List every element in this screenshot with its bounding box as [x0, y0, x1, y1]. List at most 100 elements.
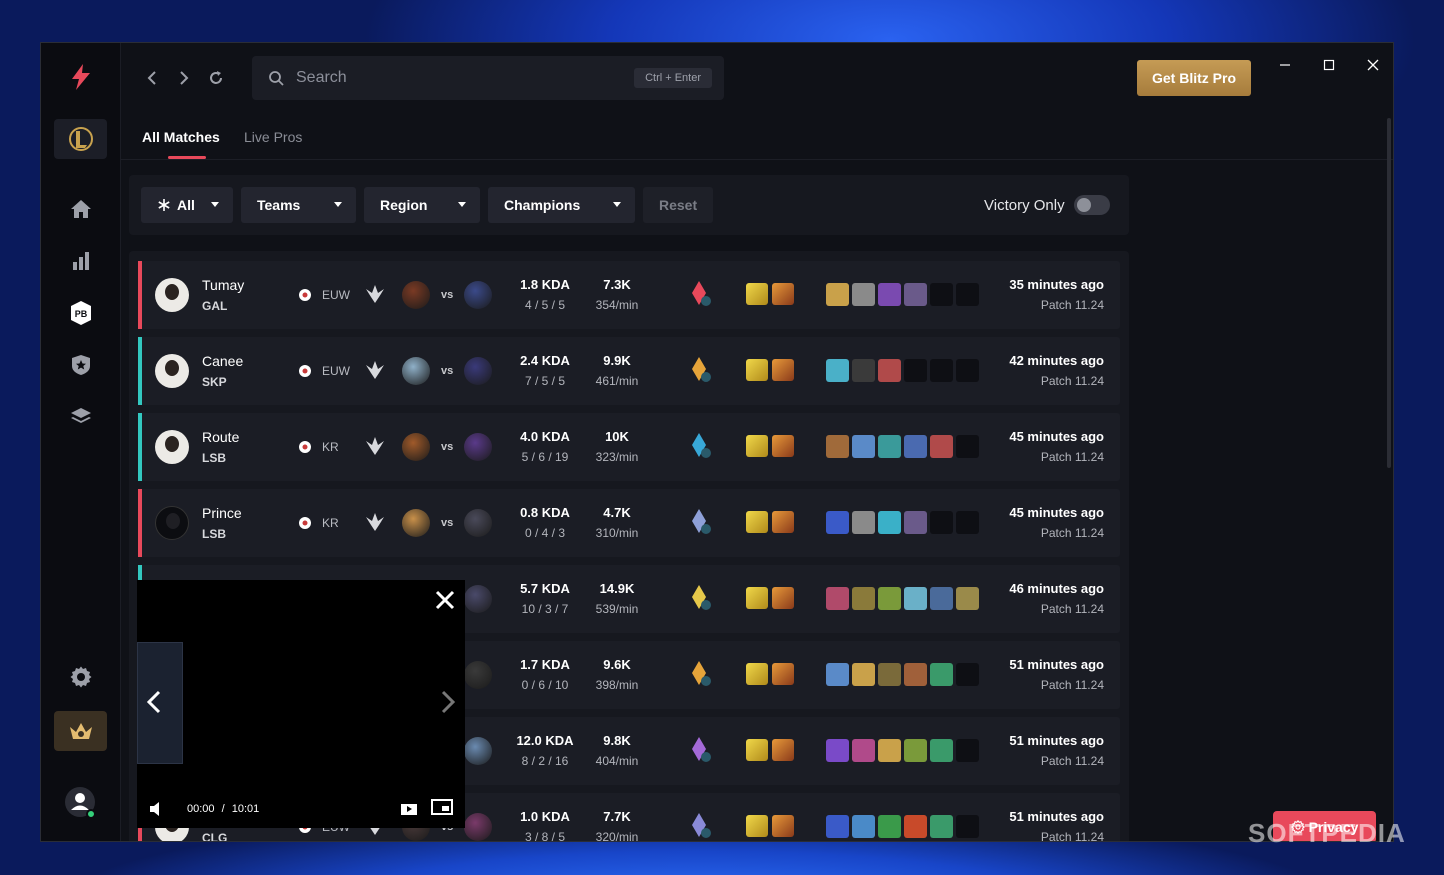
region-flag-icon — [299, 441, 311, 453]
player-team: LSB — [202, 527, 226, 541]
play-icon[interactable] — [400, 800, 418, 816]
crown-icon[interactable] — [54, 711, 107, 751]
summoner-spell-icon — [772, 663, 794, 685]
refresh-icon[interactable] — [205, 67, 227, 89]
forward-icon[interactable] — [173, 67, 195, 89]
league-of-legends-icon[interactable] — [54, 119, 107, 159]
probuilds-icon[interactable]: PB — [54, 293, 107, 333]
tab-live-pros[interactable]: Live Pros — [244, 129, 302, 145]
filter-region-dropdown[interactable]: Region — [364, 187, 480, 223]
player-name: Prince — [202, 505, 242, 521]
item-icon — [852, 815, 875, 838]
patch-label: Patch 11.24 — [1040, 450, 1104, 464]
picture-in-picture-icon[interactable] — [431, 799, 453, 815]
user-icon[interactable] — [54, 783, 107, 823]
match-tabs: All Matches Live Pros — [121, 128, 1393, 160]
victory-only-label: Victory Only — [984, 197, 1065, 214]
gear-icon[interactable] — [54, 657, 107, 697]
search-input[interactable]: Search Ctrl + Enter — [252, 56, 724, 100]
tab-all-matches[interactable]: All Matches — [142, 129, 220, 145]
item-icon — [904, 739, 927, 762]
damage-value: 14.9K — [599, 581, 635, 596]
item-icon — [904, 815, 927, 838]
kda-value: 2.4 KDA — [520, 353, 570, 368]
video-time-separator: / — [221, 803, 225, 815]
back-icon[interactable] — [141, 67, 163, 89]
opponent-champion-icon — [464, 281, 492, 309]
kda-split: 7 / 5 / 5 — [524, 374, 566, 388]
vs-label: vs — [441, 441, 454, 453]
filter-all-dropdown[interactable]: All — [141, 187, 233, 223]
region-flag-icon — [299, 365, 311, 377]
kda-split: 0 / 4 / 3 — [524, 526, 566, 540]
player-name: Route — [202, 429, 240, 445]
keystone-rune-icon — [692, 737, 711, 762]
item-icon — [852, 435, 875, 458]
filter-all-label: All — [177, 197, 195, 213]
avatar — [155, 354, 189, 388]
match-row[interactable]: Canee SKP EUW vs 2.4 KDA 7 / 5 / 5 9.9K … — [138, 337, 1120, 405]
summoner-spell-icon — [772, 739, 794, 761]
match-row[interactable]: Route LSB KR vs 4.0 KDA 5 / 6 / 19 10K 3… — [138, 413, 1120, 481]
victory-only-toggle[interactable] — [1074, 195, 1110, 215]
left-sidebar: PB — [41, 43, 121, 841]
vs-label: vs — [441, 517, 454, 529]
match-row[interactable]: Tumay GAL EUW vs 1.8 KDA 4 / 5 / 5 7.3K … — [138, 261, 1120, 329]
match-time: 45 minutes ago — [1009, 429, 1104, 444]
volume-icon[interactable] — [149, 801, 167, 817]
patch-label: Patch 11.24 — [1040, 298, 1104, 312]
kda-value: 1.8 KDA — [520, 277, 570, 292]
keystone-rune-icon — [692, 281, 711, 306]
scrollbar[interactable] — [1387, 118, 1391, 468]
kda-value: 0.8 KDA — [520, 505, 570, 520]
item-icon — [956, 663, 979, 686]
close-icon[interactable] — [433, 588, 457, 612]
item-icon — [904, 435, 927, 458]
item-icon — [930, 511, 953, 534]
region-flag-icon — [299, 517, 311, 529]
item-icon — [956, 511, 979, 534]
flash-spell-icon — [746, 359, 768, 381]
kda-value: 4.0 KDA — [520, 429, 570, 444]
shield-star-icon[interactable] — [54, 345, 107, 385]
video-player[interactable]: 00:00 / 10:01 — [137, 580, 465, 828]
search-shortcut-badge: Ctrl + Enter — [634, 68, 712, 88]
damage-per-minute: 310/min — [595, 526, 639, 540]
get-blitz-pro-button[interactable]: Get Blitz Pro — [1137, 60, 1251, 96]
kda-value: 12.0 KDA — [516, 733, 574, 748]
chevron-right-icon[interactable] — [437, 690, 459, 714]
champion-icon — [402, 281, 430, 309]
match-time: 51 minutes ago — [1009, 809, 1104, 824]
damage-per-minute: 539/min — [595, 602, 639, 616]
flash-spell-icon — [746, 435, 768, 457]
player-name: Tumay — [202, 277, 245, 293]
champion-icon — [402, 509, 430, 537]
summoner-spell-icon — [772, 283, 794, 305]
maximize-icon[interactable] — [1317, 53, 1341, 77]
reset-filters-button[interactable]: Reset — [643, 187, 713, 223]
match-time: 46 minutes ago — [1009, 581, 1104, 596]
close-window-icon[interactable] — [1361, 53, 1385, 77]
filter-teams-dropdown[interactable]: Teams — [241, 187, 356, 223]
home-icon[interactable] — [54, 189, 107, 229]
item-icon — [956, 739, 979, 762]
item-icon — [904, 663, 927, 686]
item-icon — [826, 739, 849, 762]
flash-spell-icon — [746, 511, 768, 533]
item-icon — [878, 815, 901, 838]
match-row[interactable]: Prince LSB KR vs 0.8 KDA 0 / 4 / 3 4.7K … — [138, 489, 1120, 557]
blitz-logo-icon[interactable] — [54, 57, 107, 97]
item-icon — [878, 739, 901, 762]
stats-icon[interactable] — [54, 241, 107, 281]
layers-icon[interactable] — [54, 397, 107, 437]
damage-value: 9.8K — [603, 733, 631, 748]
kda-split: 0 / 6 / 10 — [521, 678, 569, 692]
minimize-icon[interactable] — [1273, 53, 1297, 77]
item-icon — [930, 663, 953, 686]
filter-champions-dropdown[interactable]: Champions — [488, 187, 635, 223]
result-indicator — [138, 489, 142, 557]
chevron-down-icon — [211, 202, 219, 207]
champion-icon — [402, 433, 430, 461]
damage-per-minute: 461/min — [595, 374, 639, 388]
chevron-left-icon[interactable] — [143, 690, 165, 714]
